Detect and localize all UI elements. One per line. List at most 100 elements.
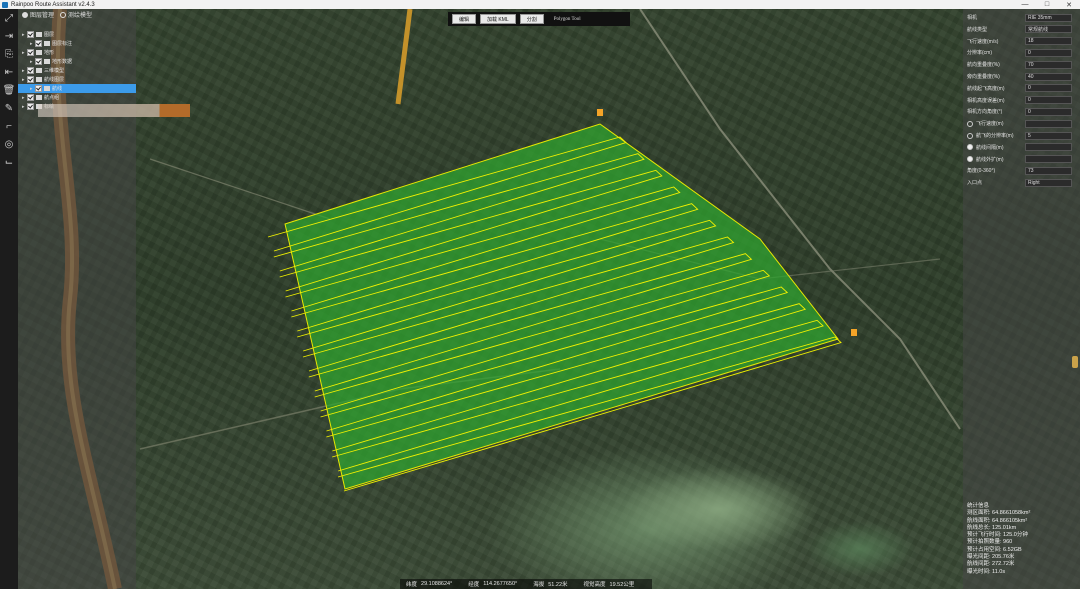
top-toolbar: 编辑 加载 KML 分割 Polygon Tool xyxy=(448,12,630,26)
param-value-field[interactable]: 0 xyxy=(1025,96,1072,105)
panel-toggle-handle[interactable] xyxy=(1072,356,1078,368)
param-value-field[interactable]: 5 xyxy=(1025,131,1072,140)
close-button[interactable]: ✕ xyxy=(1058,0,1080,9)
layer-icon xyxy=(36,95,42,100)
tab-survey-model[interactable]: 测绘模型 xyxy=(60,10,92,19)
layer-tree-item[interactable]: ▸ 图层标注 xyxy=(18,39,136,48)
layer-tree-item[interactable]: ▸ 地形数据 xyxy=(18,57,136,66)
save-as-icon[interactable]: ⎘ xyxy=(0,45,18,63)
camera-icon[interactable]: ◎ xyxy=(0,135,18,153)
edit-button[interactable]: 编辑 xyxy=(452,14,477,24)
param-value-field[interactable] xyxy=(1025,155,1072,164)
lon-label: 经度 xyxy=(468,582,480,588)
param-label-text: 航线起飞高度(m) xyxy=(967,85,1005,92)
layer-checkbox[interactable] xyxy=(27,76,34,83)
layer-icon xyxy=(44,41,50,46)
layer-tree-item[interactable]: ▸ 航线 xyxy=(18,84,136,93)
param-row: 航线类型 常规航线 xyxy=(967,25,1077,34)
layer-checkbox[interactable] xyxy=(27,67,34,74)
layer-checkbox[interactable] xyxy=(27,94,34,101)
param-value-field[interactable]: 18 xyxy=(1025,37,1072,46)
lat-value: 29.1088624° xyxy=(421,581,453,587)
start-marker[interactable] xyxy=(597,109,603,116)
param-row: 航向重叠度(%) 70 xyxy=(967,60,1077,69)
param-row: 相机 RIE 35mm xyxy=(967,13,1077,22)
param-label-text: 相机 xyxy=(967,15,978,21)
title-bar: Rainpoo Route Assistant v2.4.3 — □ ✕ xyxy=(0,0,1080,9)
export-icon[interactable]: ⇤ xyxy=(0,63,18,81)
stats-line: 预计拍照数量: 960 xyxy=(967,539,1013,546)
open-icon[interactable]: ⤢ xyxy=(0,9,18,27)
delete-icon[interactable]: 🗑 xyxy=(0,81,18,99)
param-label-text: 旁向重叠度(%) xyxy=(967,74,1000,80)
tab-layer-manage[interactable]: 图层管理 xyxy=(22,10,54,19)
layer-loading-bar xyxy=(38,104,190,117)
layer-icon xyxy=(44,59,50,64)
param-label-text: 入口点 xyxy=(967,180,983,187)
layer-tree-item[interactable]: ▸ 图层 xyxy=(18,30,136,39)
route-polygon[interactable] xyxy=(267,109,857,492)
import-icon[interactable]: ⇥ xyxy=(0,27,18,45)
stats-box: 统计信息 测区面积: 64.8661058km² 航线面积: 64.866105k… xyxy=(967,503,1077,576)
param-value-field[interactable]: 70 xyxy=(1025,60,1072,69)
param-value-field[interactable]: 0 xyxy=(1025,107,1072,116)
map-view[interactable] xyxy=(0,9,1080,589)
minimize-button[interactable]: — xyxy=(1014,0,1036,9)
edit-icon[interactable]: ✎ xyxy=(0,99,18,117)
layer-checkbox[interactable] xyxy=(35,58,42,65)
param-value-field[interactable] xyxy=(1025,143,1072,152)
layer-tree: ▸图层▸图层标注▸地形▸地形数据▸三维模型▸航线图层▸航线▸航点组▸标绘 xyxy=(18,30,136,111)
param-value-field[interactable]: 常规航线 xyxy=(1025,25,1072,34)
tab-label: 图层管理 xyxy=(30,13,55,19)
layer-tree-item[interactable]: ▸ 航点组 xyxy=(18,93,136,102)
layer-icon xyxy=(36,68,42,73)
param-radio[interactable] xyxy=(967,120,973,127)
param-row: 角度(0-360°) 73 xyxy=(967,166,1077,175)
layer-label: 航线 xyxy=(52,86,63,92)
param-radio[interactable] xyxy=(967,144,973,151)
active-tool-label: Polygon Tool xyxy=(553,16,581,22)
param-row: 航线外扩(m) xyxy=(967,155,1077,164)
param-label-text: 航线间隔(m) xyxy=(976,144,1004,151)
param-value-field[interactable]: 73 xyxy=(1025,166,1072,175)
layer-checkbox[interactable] xyxy=(27,31,34,38)
stats-line: 航线面积: 64.866105km² xyxy=(967,517,1028,524)
load-kml-button[interactable]: 加载 KML xyxy=(480,14,516,24)
status-bar: 纬度 29.1088624° 经度 114.2677650° 海拔 51.22米… xyxy=(400,579,653,589)
param-label-text: 航线类型 xyxy=(967,26,988,33)
ruler-icon[interactable]: ⌐ xyxy=(0,117,18,135)
param-radio[interactable] xyxy=(967,132,973,139)
tool-icon[interactable]: ⌙ xyxy=(0,153,18,171)
param-row: 相机方向角度(°) 0 xyxy=(967,107,1077,116)
param-row: 分辨率(cm) 0 xyxy=(967,48,1077,57)
stats-line: 曝光时间: 11.0s xyxy=(967,568,1006,575)
param-value-field[interactable]: 0 xyxy=(1025,48,1072,57)
layer-checkbox[interactable] xyxy=(27,103,34,110)
layer-tree-item[interactable]: ▸ 航线图层 xyxy=(18,75,136,84)
end-marker[interactable] xyxy=(851,329,857,336)
split-button[interactable]: 分割 xyxy=(519,14,544,24)
param-value-field[interactable]: 0 xyxy=(1025,84,1072,93)
layer-checkbox[interactable] xyxy=(27,49,34,56)
layer-icon xyxy=(36,32,42,37)
param-label-text: 飞行速度(m/s) xyxy=(967,38,999,45)
layer-label: 地形 xyxy=(44,50,55,56)
layer-checkbox[interactable] xyxy=(35,85,42,92)
param-label-text: 航飞的分辨率(m) xyxy=(976,133,1014,139)
layer-checkbox[interactable] xyxy=(35,40,42,47)
layer-tree-item[interactable]: ▸ 地形 xyxy=(18,48,136,57)
param-label-text: 飞行速度(m) xyxy=(976,121,1004,128)
layer-tree-item[interactable]: ▸ 三维模型 xyxy=(18,66,136,75)
param-row: 航飞的分辨率(m) 5 xyxy=(967,131,1077,140)
param-label-text: 角度(0-360°) xyxy=(967,168,996,175)
param-value-field[interactable]: RIE 35mm xyxy=(1025,13,1072,22)
param-value-field[interactable]: 40 xyxy=(1025,72,1072,81)
param-radio[interactable] xyxy=(967,156,973,163)
param-value-field[interactable]: Right xyxy=(1025,178,1072,187)
search-row xyxy=(18,20,136,30)
layer-icon xyxy=(44,86,50,91)
app-icon xyxy=(2,1,8,8)
window-controls: — □ ✕ xyxy=(1014,0,1080,9)
maximize-button[interactable]: □ xyxy=(1036,0,1058,9)
param-value-field[interactable] xyxy=(1025,119,1072,128)
